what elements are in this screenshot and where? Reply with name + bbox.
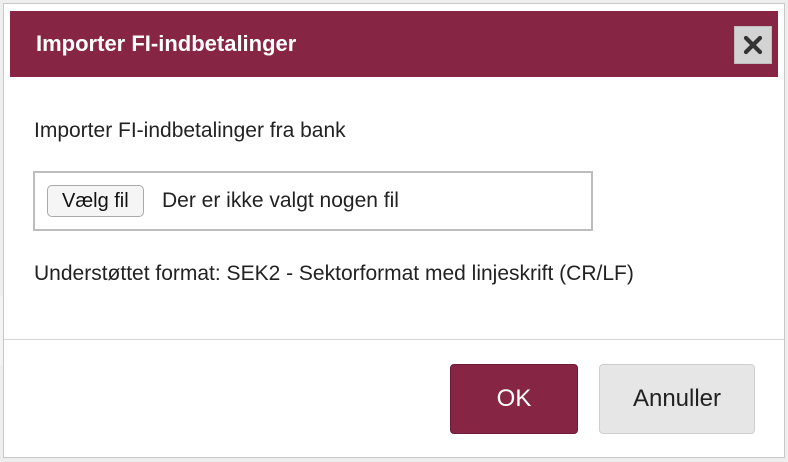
dialog-title: Importer FI-indbetalinger: [36, 31, 297, 56]
ok-button[interactable]: OK: [450, 364, 578, 434]
supported-format-note: Understøttet format: SEK2 - Sektorformat…: [34, 262, 634, 285]
file-status-text: Der er ikke valgt nogen fil: [162, 189, 399, 212]
close-icon: [743, 35, 763, 55]
footer-divider: [4, 339, 784, 340]
dialog-titlebar: Importer FI-indbetalinger: [10, 11, 778, 77]
close-button[interactable]: [734, 26, 772, 64]
choose-file-button[interactable]: Vælg fil: [47, 185, 144, 217]
file-input[interactable]: Vælg fil Der er ikke valgt nogen fil: [33, 171, 593, 231]
import-prompt: Importer FI-indbetalinger fra bank: [34, 119, 346, 142]
cancel-button[interactable]: Annuller: [599, 364, 755, 434]
import-dialog: Importer FI-indbetalinger Importer FI-in…: [3, 3, 785, 458]
